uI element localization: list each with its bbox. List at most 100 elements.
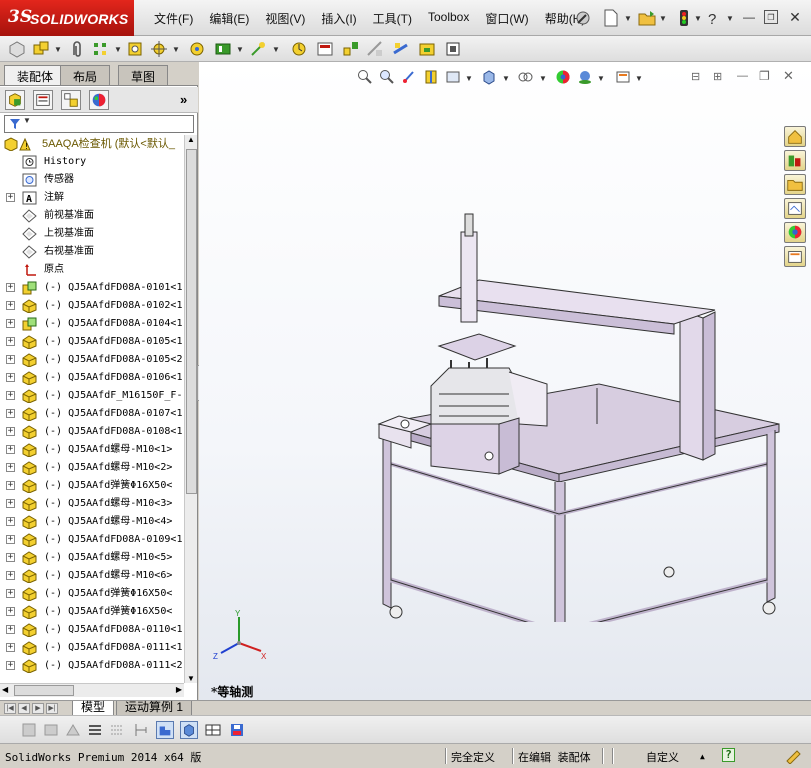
viewport-minimize-icon[interactable]: — [737,70,748,82]
move-component-icon[interactable] [150,40,168,58]
scene-dropdown-caret[interactable]: ▼ [597,74,605,83]
viewport-close-icon[interactable]: ✕ [783,68,794,84]
tree-item[interactable]: + (-) QJ5AAfdFD08A-0106<1 [0,369,184,387]
pattern-dropdown-caret[interactable]: ▼ [114,45,122,54]
filter-funnel-icon[interactable] [9,118,21,130]
tree-vertical-scrollbar[interactable]: ▲ ▼ [184,135,197,683]
display-style-dropdown-caret[interactable]: ▼ [539,74,547,83]
tree-item[interactable]: + (-) QJ5AAfdFD08A-0108<1 [0,423,184,441]
zoom-to-area-icon[interactable] [379,69,395,85]
assembly-features-icon[interactable] [214,40,232,58]
expand-toggle-icon[interactable]: + [6,355,15,364]
units-dropdown-caret[interactable]: ▲ [700,752,705,761]
tree-item[interactable]: 右视基准面 [0,243,184,261]
save-results-icon[interactable] [228,721,246,739]
reference-geometry-icon[interactable] [250,40,268,58]
smart-fasteners-icon[interactable] [126,40,144,58]
open-dropdown-caret[interactable]: ▼ [659,14,667,23]
feature-tree-icon[interactable] [5,90,25,110]
menu-window[interactable]: 窗口(W) [477,10,536,27]
previous-tab-icon[interactable]: ◀ [18,703,30,714]
explode-line-sketch-icon[interactable] [366,40,384,58]
edit-appearance-icon[interactable] [555,69,571,85]
reference-dropdown-caret[interactable]: ▼ [272,45,280,54]
tree-item[interactable]: + (-) QJ5AAfd螺母-M10<1> [0,441,184,459]
apply-scene-icon[interactable] [577,69,593,85]
tree-item[interactable]: + (-) QJ5AAfdFD08A-0111<2 [0,657,184,675]
move-dropdown-caret[interactable]: ▼ [172,45,180,54]
close-window-icon[interactable]: ✕ [788,10,802,24]
units-selector[interactable]: 自定义 [646,749,679,765]
3d-view-icon[interactable] [180,721,198,739]
view-settings-icon[interactable] [615,69,631,85]
instant3d-icon[interactable] [418,40,436,58]
tree-item[interactable]: + (-) QJ5AAfd螺母-M10<3> [0,495,184,513]
tree-item[interactable]: + (-) QJ5AAfdFD08A-0101<1 [0,279,184,297]
zoom-to-fit-icon[interactable] [357,69,373,85]
menu-tools[interactable]: 工具(T) [365,10,420,27]
table-view-icon[interactable] [204,721,222,739]
rebuild-traffic-light-icon[interactable] [675,9,693,27]
menu-insert[interactable]: 插入(I) [313,10,364,27]
tree-item[interactable]: 前视基准面 [0,207,184,225]
tree-item[interactable]: + (-) QJ5AAfdFD08A-0109<1 [0,531,184,549]
last-tab-icon[interactable]: ▶| [46,703,58,714]
tree-item[interactable]: + (-) QJ5AAfd弹簧Φ16X50< [0,477,184,495]
menu-file[interactable]: 文件(F) [146,10,201,27]
help-icon[interactable]: ? [704,9,722,27]
expand-toggle-icon[interactable]: + [6,481,15,490]
split-vertical-icon[interactable]: ⊞ [713,70,722,83]
menu-toolbox[interactable]: Toolbox [420,10,477,27]
tree-item[interactable]: + A 注解 [0,189,184,207]
help-dropdown-caret[interactable]: ▼ [726,14,734,23]
expand-toggle-icon[interactable]: + [6,193,15,202]
graphics-area[interactable]: ▼ ▼ ▼ ▼ ▼ ⊟ ⊞ — ❐ ✕ Y X Z *等轴测 [199,62,811,700]
tab-sketch[interactable]: 草图 [118,65,169,85]
tree-item[interactable]: + (-) QJ5AAfd弹簧Φ16X50< [0,585,184,603]
bill-of-materials-icon[interactable] [316,40,334,58]
filter-dropdown-caret[interactable]: ▼ [23,116,31,125]
assembly-icon[interactable] [32,40,50,58]
new-document-icon[interactable] [602,9,620,27]
expand-toggle-icon[interactable]: + [6,661,15,670]
solidworks-resources-icon[interactable] [784,126,806,147]
tree-item[interactable]: + (-) QJ5AAfdFD08A-0107<1 [0,405,184,423]
configuration-manager-icon[interactable] [61,90,81,110]
expand-toggle-icon[interactable]: + [6,427,15,436]
solidworks-logo[interactable]: 3S SOLIDWORKS [0,0,134,36]
scroll-up-arrow[interactable]: ▲ [187,135,195,144]
appearance-manager-icon[interactable] [89,90,109,110]
orientation-dropdown-caret[interactable]: ▼ [502,74,510,83]
h-scroll-thumb[interactable] [14,685,74,696]
tree-item[interactable]: 传感器 [0,171,184,189]
tree-horizontal-scrollbar[interactable]: ◀ ▶ [0,683,184,697]
scroll-right-arrow[interactable]: ▶ [176,685,182,694]
tree-item[interactable]: History [0,153,184,171]
section-view-icon[interactable] [423,69,439,85]
open-folder-icon[interactable] [638,9,656,27]
expand-toggle-icon[interactable]: + [6,337,15,346]
expand-toggle-icon[interactable]: + [6,391,15,400]
tree-item[interactable]: + (-) QJ5AAfdFD08A-0102<1 [0,297,184,315]
rebuild-status-icon[interactable] [784,748,802,764]
dynamic-annotation-icon[interactable] [445,69,461,85]
scroll-thumb[interactable] [186,149,197,494]
previous-view-icon[interactable] [401,69,417,85]
expand-toggle-icon[interactable]: + [6,283,15,292]
tree-filter[interactable]: ▼ [4,115,194,133]
expand-toggle-icon[interactable]: + [6,625,15,634]
new-motion-study-icon[interactable] [290,40,308,58]
expand-toggle-icon[interactable]: + [6,463,15,472]
menu-edit[interactable]: 编辑(E) [201,10,257,27]
tree-item[interactable]: + (-) QJ5AAfd螺母-M10<5> [0,549,184,567]
expand-toggle-icon[interactable]: + [6,517,15,526]
panel-expand-icon[interactable]: » [180,92,187,107]
expand-toggle-icon[interactable]: + [6,589,15,598]
minimize-window-icon[interactable]: — [742,10,756,24]
split-horizontal-icon[interactable]: ⊟ [691,70,700,83]
tab-layout[interactable]: 布局 [60,65,111,85]
view-orientation-icon[interactable] [481,69,497,85]
expand-toggle-icon[interactable]: + [6,409,15,418]
tree-item[interactable]: + (-) QJ5AAfdFD08A-0105<2 [0,351,184,369]
new-dropdown-caret[interactable]: ▼ [624,14,632,23]
